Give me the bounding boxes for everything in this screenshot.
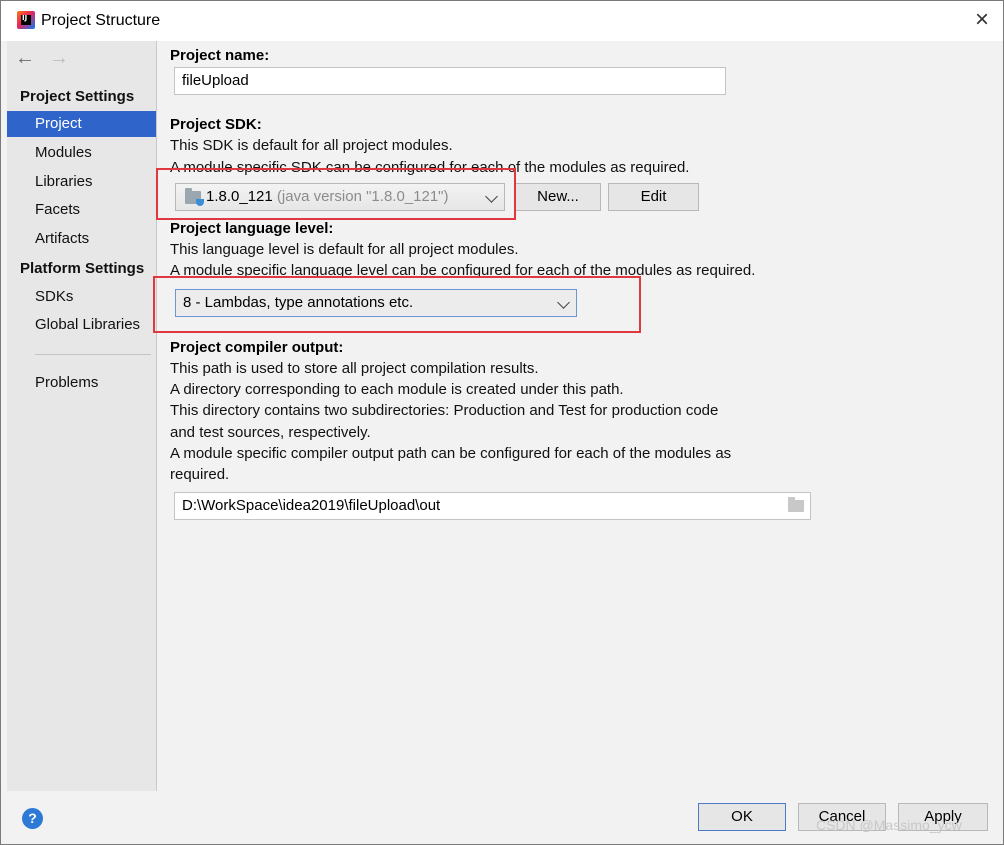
sidebar-item-modules[interactable]: Modules [7,140,156,166]
sidebar-divider [35,354,151,355]
watermark: CSDN @Massimo_ycw [816,817,962,833]
forward-arrow-icon[interactable]: → [49,47,69,69]
compiler-output-desc: This path is used to store all project c… [170,360,539,377]
compiler-output-desc: A module specific compiler output path c… [170,445,732,462]
project-structure-window: IJ Project Structure × ← → Project Settin… [0,0,1004,845]
platform-settings-header: Platform Settings [20,260,145,277]
sdk-new-button[interactable]: New... [515,183,601,211]
sidebar-item-artifacts[interactable]: Artifacts [7,226,156,252]
sidebar-item-libraries[interactable]: Libraries [7,169,156,195]
compiler-output-desc: and test sources, respectively. [170,424,371,441]
title-bar: IJ Project Structure × [1,1,1003,41]
sidebar-item-project[interactable]: Project [7,111,156,137]
ok-button[interactable]: OK [698,803,786,831]
nav-arrows: ← → [15,47,83,70]
language-level-highlight-box [153,276,641,333]
compiler-output-desc: required. [170,466,230,483]
sidebar-item-problems[interactable]: Problems [7,370,156,396]
project-name-label: Project name: [170,47,270,64]
compiler-output-label: Project compiler output: [170,339,344,356]
language-level-desc-1: This language level is default for all p… [170,241,519,258]
compiler-output-desc: This directory contains two subdirectori… [170,402,719,419]
sidebar-item-global-libraries[interactable]: Global Libraries [7,312,156,338]
help-icon[interactable]: ? [22,808,43,829]
sidebar: ← → Project Settings Project Modules Libr… [7,41,157,791]
project-name-input[interactable]: fileUpload [174,67,726,95]
window-title: Project Structure [41,12,161,29]
compiler-output-path: D:\WorkSpace\idea2019\fileUpload\out [182,497,441,514]
compiler-output-desc: A directory corresponding to each module… [170,381,624,398]
sidebar-item-sdks[interactable]: SDKs [7,284,156,310]
project-sdk-label: Project SDK: [170,116,262,133]
compiler-output-path-input[interactable]: D:\WorkSpace\idea2019\fileUpload\out [174,492,811,520]
sdk-highlight-box [156,168,516,220]
close-icon[interactable]: × [975,7,989,33]
sdk-edit-button[interactable]: Edit [608,183,699,211]
intellij-logo-icon: IJ [17,11,35,29]
browse-folder-icon[interactable] [788,497,804,512]
project-settings-panel: Project name: fileUpload Project SDK: Th… [153,41,1003,791]
project-settings-header: Project Settings [20,88,135,105]
language-level-label: Project language level: [170,220,334,237]
sidebar-item-facets[interactable]: Facets [7,197,156,223]
project-sdk-desc-1: This SDK is default for all project modu… [170,137,453,154]
back-arrow-icon[interactable]: ← [15,47,35,69]
